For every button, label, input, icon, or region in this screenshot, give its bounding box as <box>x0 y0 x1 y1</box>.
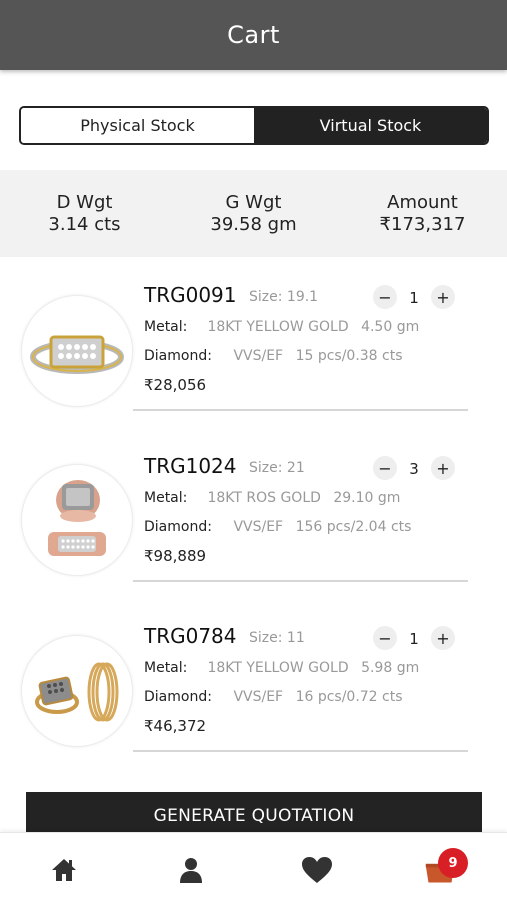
diamond-row: Diamond: VVS/EF 156 pcs/2.04 cts <box>144 519 411 535</box>
item-divider <box>133 750 468 752</box>
page-title: Cart <box>227 21 280 49</box>
metal-value: 18KT YELLOW GOLD <box>207 319 349 335</box>
heart-icon <box>302 857 332 883</box>
diamond-row: Diamond: VVS/EF 16 pcs/0.72 cts <box>144 689 403 705</box>
decrease-qty-button[interactable]: − <box>373 626 397 650</box>
increase-qty-button[interactable]: + <box>431 456 455 480</box>
metal-label: Metal: <box>144 319 188 335</box>
size-value: 21 <box>286 460 305 476</box>
product-size: Size: 11 <box>249 630 305 646</box>
increase-qty-button[interactable]: + <box>431 626 455 650</box>
home-icon <box>52 859 76 881</box>
tab-home[interactable] <box>48 855 80 885</box>
diamond-detail: 16 pcs/0.72 cts <box>295 689 403 705</box>
product-size: Size: 21 <box>249 460 305 476</box>
g-wgt-label: G Wgt <box>225 191 282 213</box>
product-price: ₹98,889 <box>144 547 207 565</box>
ring-image-icon <box>35 662 119 722</box>
ring-image-icon <box>48 480 106 556</box>
product-image-ring[interactable] <box>21 635 133 747</box>
tab-wishlist[interactable] <box>301 855 333 885</box>
product-image-ring[interactable] <box>21 464 133 576</box>
bottom-tab-bar <box>0 832 507 900</box>
cart-item: TRG1024 Size: 21 − 3 + Metal: 18KT ROS G… <box>0 448 507 588</box>
diamond-label: Diamond: <box>144 519 212 535</box>
cart-count-badge: 9 <box>438 848 468 878</box>
metal-weight: 5.98 gm <box>361 660 420 676</box>
diamond-quality: VVS/EF <box>233 689 284 705</box>
physical-stock-tab[interactable]: Physical Stock <box>21 108 254 143</box>
metal-row: Metal: 18KT YELLOW GOLD 4.50 gm <box>144 319 419 335</box>
metal-label: Metal: <box>144 660 188 676</box>
tab-profile[interactable] <box>175 855 207 885</box>
metal-row: Metal: 18KT ROS GOLD 29.10 gm <box>144 490 400 506</box>
metal-weight: 29.10 gm <box>333 490 401 506</box>
size-label: Size: <box>249 460 283 476</box>
cart-summary: D Wgt 3.14 cts G Wgt 39.58 gm Amount ₹17… <box>0 170 507 257</box>
diamond-label: Diamond: <box>144 348 212 364</box>
virtual-stock-tab[interactable]: Virtual Stock <box>254 108 487 143</box>
diamond-quality: VVS/EF <box>233 519 284 535</box>
product-size: Size: 19.1 <box>249 289 318 305</box>
diamond-detail: 15 pcs/0.38 cts <box>295 348 403 364</box>
product-price: ₹46,372 <box>144 717 207 735</box>
cart-item: TRG0091 Size: 19.1 − 1 + Metal: 18KT YEL… <box>0 277 507 417</box>
metal-row: Metal: 18KT YELLOW GOLD 5.98 gm <box>144 660 419 676</box>
metal-label: Metal: <box>144 490 188 506</box>
product-image-ring[interactable] <box>21 295 133 407</box>
size-label: Size: <box>249 630 283 646</box>
amount-label: Amount <box>387 191 458 213</box>
diamond-weight-summary: D Wgt 3.14 cts <box>0 192 169 236</box>
product-price: ₹28,056 <box>144 376 207 394</box>
product-code: TRG0091 <box>144 283 237 307</box>
diamond-row: Diamond: VVS/EF 15 pcs/0.38 cts <box>144 348 403 364</box>
d-wgt-label: D Wgt <box>56 191 113 213</box>
quantity-value: 1 <box>409 630 419 648</box>
gold-weight-summary: G Wgt 39.58 gm <box>169 192 338 236</box>
size-value: 19.1 <box>286 289 319 305</box>
diamond-label: Diamond: <box>144 689 212 705</box>
stock-segment-control: Physical Stock Virtual Stock <box>19 106 489 145</box>
increase-qty-button[interactable]: + <box>431 285 455 309</box>
product-code: TRG0784 <box>144 624 237 648</box>
diamond-detail: 156 pcs/2.04 cts <box>295 519 412 535</box>
size-value: 11 <box>286 630 305 646</box>
metal-value: 18KT YELLOW GOLD <box>207 660 349 676</box>
metal-weight: 4.50 gm <box>361 319 420 335</box>
quantity-value: 1 <box>409 289 419 307</box>
d-wgt-value: 3.14 cts <box>48 213 121 235</box>
diamond-quality: VVS/EF <box>233 348 284 364</box>
user-icon <box>180 858 202 883</box>
quantity-value: 3 <box>409 460 419 478</box>
g-wgt-value: 39.58 gm <box>210 213 297 235</box>
cart-item: TRG0784 Size: 11 − 1 + Metal: 18KT YELLO… <box>0 618 507 758</box>
amount-value: ₹173,317 <box>379 213 466 235</box>
ring-image-icon <box>30 335 124 374</box>
product-code: TRG1024 <box>144 454 237 478</box>
decrease-qty-button[interactable]: − <box>373 456 397 480</box>
item-divider <box>133 409 468 411</box>
app-header: Cart <box>0 0 507 70</box>
decrease-qty-button[interactable]: − <box>373 285 397 309</box>
metal-value: 18KT ROS GOLD <box>207 490 321 506</box>
amount-summary: Amount ₹173,317 <box>338 192 507 236</box>
item-divider <box>133 580 468 582</box>
size-label: Size: <box>249 289 283 305</box>
